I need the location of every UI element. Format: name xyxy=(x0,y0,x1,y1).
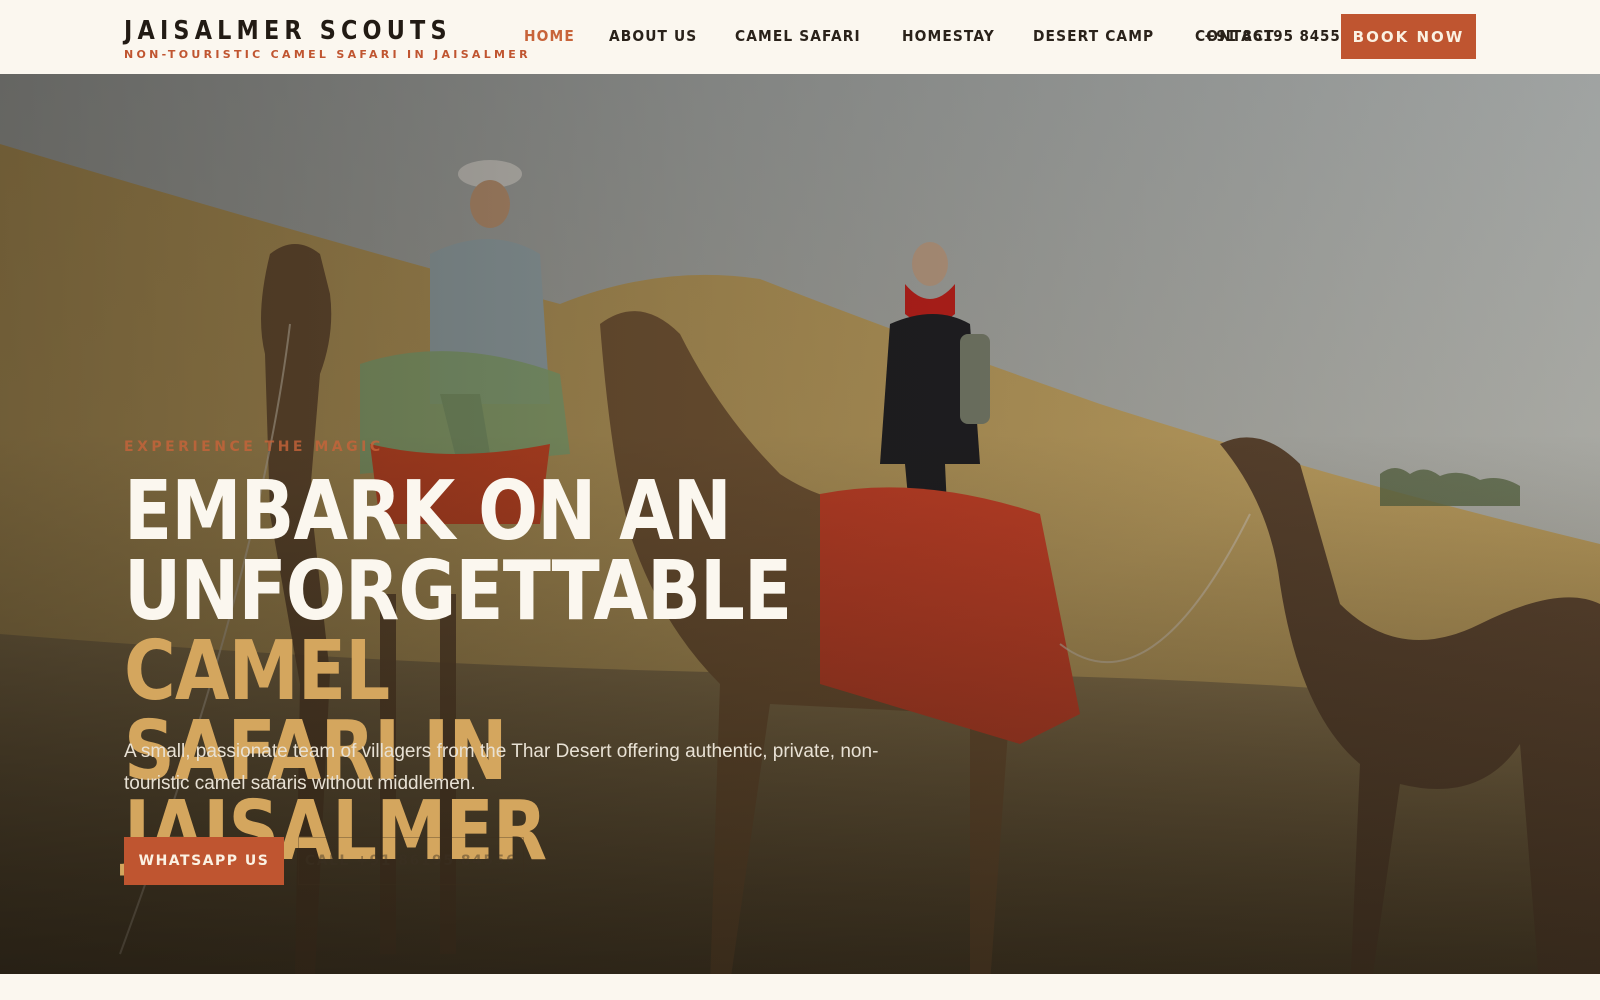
call-button[interactable]: CALL +91 86195 84556 xyxy=(298,837,524,885)
nav-item-about-us[interactable]: ABOUT US xyxy=(609,24,697,48)
nav-item-desert-camp[interactable]: DESERT CAMP xyxy=(1033,24,1154,48)
brand-tagline: NON-TOURISTIC CAMEL SAFARI IN JAISALMER xyxy=(124,48,531,61)
hero-eyebrow: EXPERIENCE THE MAGIC xyxy=(124,439,384,455)
header-phone-link[interactable]: +91 86195 84556 xyxy=(1204,24,1351,48)
site-header: JAISALMER SCOUTS NON-TOURISTIC CAMEL SAF… xyxy=(0,0,1600,74)
hero-headline: EMBARK ON AN UNFORGETTABLE CAMEL SAFARI … xyxy=(124,471,898,873)
brand-logo[interactable]: JAISALMER SCOUTS NON-TOURISTIC CAMEL SAF… xyxy=(124,14,531,62)
book-now-button[interactable]: BOOK NOW xyxy=(1341,14,1476,59)
hero-section: EXPERIENCE THE MAGIC EMBARK ON AN UNFORG… xyxy=(0,74,1600,974)
brand-name: JAISALMER SCOUTS xyxy=(124,16,452,46)
nav-item-home[interactable]: HOME xyxy=(524,24,575,48)
below-fold-strip xyxy=(0,974,1600,1000)
hero-subtext: A small, passionate team of villagers fr… xyxy=(124,741,879,794)
whatsapp-button[interactable]: WHATSAPP US xyxy=(124,837,284,885)
nav-item-homestay[interactable]: HOMESTAY xyxy=(902,24,995,48)
main-nav: HOME ABOUT US CAMEL SAFARI HOMESTAY DESE… xyxy=(524,24,1311,48)
nav-item-camel-safari[interactable]: CAMEL SAFARI xyxy=(735,24,861,48)
